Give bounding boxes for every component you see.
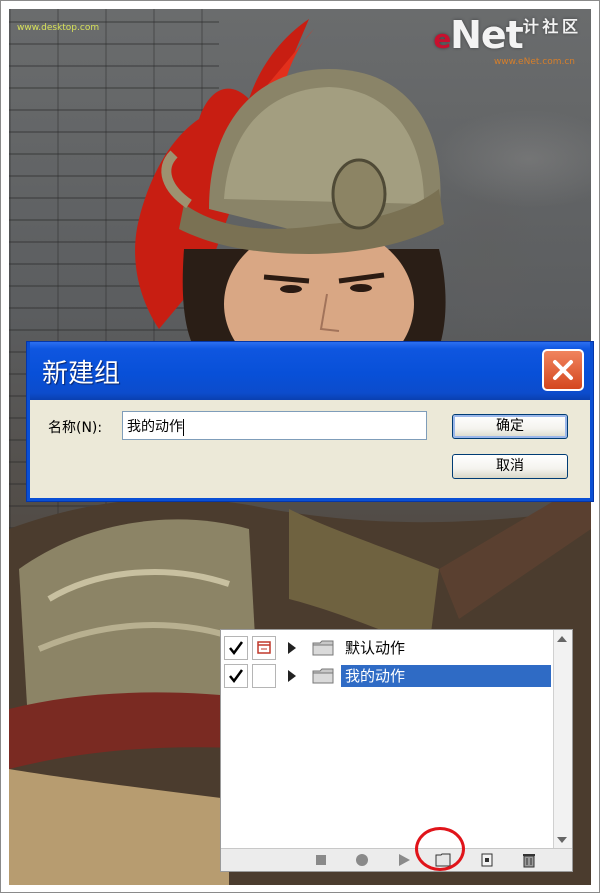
action-set-label: 我的动作 (341, 665, 551, 687)
highlight-circle (415, 827, 465, 871)
scroll-down-icon[interactable] (557, 837, 567, 843)
action-set-row-selected[interactable]: 我的动作 (221, 662, 553, 690)
cancel-button[interactable]: 取消 (452, 454, 568, 479)
actions-toolbar (221, 848, 572, 871)
logo-side-text: 计 社 区 (522, 17, 578, 36)
trash-icon[interactable] (521, 852, 537, 868)
scroll-up-icon[interactable] (557, 636, 567, 642)
stop-icon[interactable] (313, 852, 329, 868)
ok-button[interactable]: 确定 (452, 414, 568, 439)
close-button[interactable] (542, 349, 584, 391)
name-input-value: 我的动作 (127, 419, 183, 435)
new-action-icon[interactable] (479, 852, 495, 868)
toggle-dialog-box[interactable] (252, 636, 276, 660)
name-input[interactable]: 我的动作 (122, 411, 427, 440)
name-label: 名称(N): (48, 420, 103, 436)
screenshot-frame: www.desktop.com eNet计 社 区 www.eNet.com.c… (0, 0, 600, 893)
expand-triangle-icon[interactable] (288, 642, 296, 654)
logo-e: e (433, 25, 451, 55)
panel-scrollbar[interactable] (553, 630, 572, 849)
dialog-icon (257, 641, 271, 654)
folder-icon (312, 668, 334, 684)
new-set-dialog: 新建组 名称(N): 我的动作 确定 取消 (27, 342, 593, 501)
dialog-title: 新建组 (42, 359, 121, 389)
action-set-row[interactable]: 默认动作 (221, 634, 553, 662)
toggle-item-checkbox[interactable] (224, 664, 248, 688)
toggle-item-checkbox[interactable] (224, 636, 248, 660)
close-icon (553, 360, 573, 380)
text-caret (183, 418, 184, 436)
site-watermark: www.desktop.com (17, 23, 100, 33)
checkmark-icon (229, 641, 244, 656)
logo-url: www.eNet.com.cn (493, 57, 575, 67)
dialog-titlebar[interactable]: 新建组 (30, 342, 590, 400)
expand-triangle-icon[interactable] (288, 670, 296, 682)
folder-icon (312, 640, 334, 656)
action-set-label: 默认动作 (345, 639, 406, 657)
play-icon[interactable] (396, 852, 412, 868)
logo-net: Net (450, 13, 524, 57)
toggle-dialog-box[interactable] (252, 664, 276, 688)
record-icon[interactable] (354, 852, 370, 868)
enet-logo: eNet计 社 区 (433, 13, 578, 57)
checkmark-icon (229, 669, 244, 684)
actions-panel: 默认动作 我的动作 (220, 629, 573, 872)
